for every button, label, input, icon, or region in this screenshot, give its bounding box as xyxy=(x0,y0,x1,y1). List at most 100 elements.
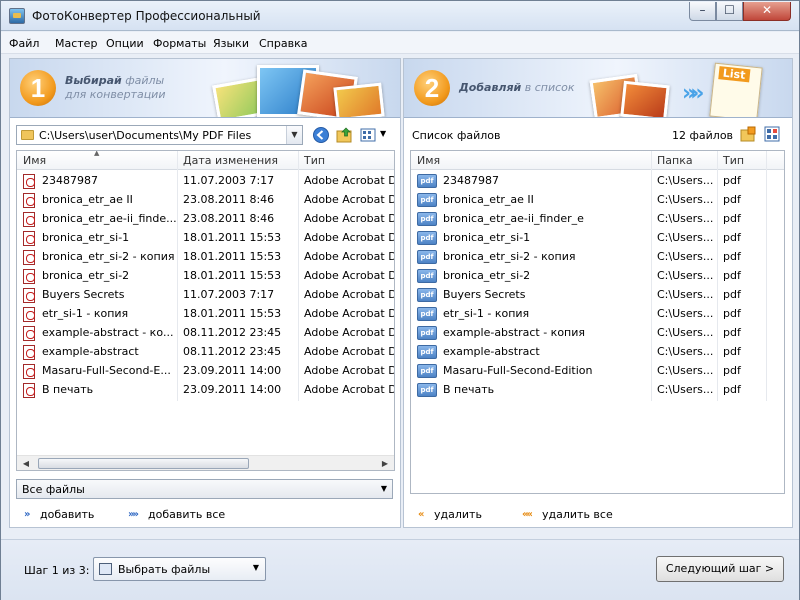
item-name: bronica_etr_si-2 - копия xyxy=(443,250,576,263)
pdf-icon: pdf xyxy=(417,212,437,226)
table-row[interactable]: bronica_etr_ae II 23.08.2011 8:46 Adobe Ac… xyxy=(17,190,394,209)
chevron-down-icon[interactable]: ▼ xyxy=(381,484,387,493)
remove-all-button[interactable]: удалить все xyxy=(542,508,613,521)
back-icon[interactable] xyxy=(312,126,330,144)
list-badge: List xyxy=(718,66,751,83)
list-item[interactable]: pdf В печать C:\Users... pdf xyxy=(411,380,784,399)
list-item[interactable]: pdf bronica_etr_si-2 C:\Users... pdf xyxy=(411,266,784,285)
list-item[interactable]: pdf bronica_etr_ae-ii_finder_e C:\Users...… xyxy=(411,209,784,228)
view-dropdown-icon[interactable]: ▼ xyxy=(380,129,386,138)
list-item[interactable]: pdf bronica_etr_si-2 - копия C:\Users... pd… xyxy=(411,247,784,266)
column-header-date[interactable]: Дата изменения xyxy=(183,154,278,167)
menu-help[interactable]: Справка xyxy=(259,37,307,50)
table-row[interactable]: etr_si-1 - копия 18.01.2011 15:53 Adobe Ac… xyxy=(17,304,394,323)
horizontal-scrollbar[interactable]: ◀ ▶ xyxy=(17,455,394,470)
menu-languages[interactable]: Языки xyxy=(213,37,249,50)
forward-arrows-icon: »» xyxy=(682,81,705,106)
view-mode-icon[interactable] xyxy=(359,126,377,144)
app-icon[interactable] xyxy=(9,8,25,24)
list-item[interactable]: pdf bronica_etr_ae II C:\Users... pdf xyxy=(411,190,784,209)
step1-caption: Выбирай файлы для конвертации xyxy=(65,74,165,101)
list-item[interactable]: pdf Buyers Secrets C:\Users... pdf xyxy=(411,285,784,304)
file-type: Adobe Acrobat D xyxy=(304,269,395,282)
menu-file[interactable]: Файл xyxy=(9,37,39,50)
maximize-button[interactable]: ☐ xyxy=(716,2,743,21)
scroll-right-icon[interactable]: ▶ xyxy=(378,457,392,470)
path-text: C:\Users\user\Documents\My PDF Files xyxy=(39,129,252,142)
item-name: example-abstract - копия xyxy=(443,326,586,339)
minimize-button[interactable]: – xyxy=(689,2,716,21)
pdf-file-icon xyxy=(23,326,35,341)
item-type: pdf xyxy=(723,307,741,320)
add-all-button[interactable]: добавить все xyxy=(148,508,225,521)
pdf-icon: pdf xyxy=(417,364,437,378)
table-row[interactable]: Masaru-Full-Second-E... 23.09.2011 14:00 A… xyxy=(17,361,394,380)
column-header-name[interactable]: Имя xyxy=(23,154,46,167)
add-button[interactable]: добавить xyxy=(40,508,94,521)
table-row[interactable]: bronica_etr_ae-ii_finde... 23.08.2011 8:4… xyxy=(17,209,394,228)
chevron-down-icon[interactable]: ▼ xyxy=(286,126,302,144)
file-date: 18.01.2011 15:53 xyxy=(183,250,282,263)
item-folder: C:\Users... xyxy=(657,212,714,225)
column-header-name[interactable]: Имя xyxy=(417,154,440,167)
table-row[interactable]: 23487987 11.07.2003 7:17 Adobe Acrobat D xyxy=(17,171,394,190)
list-item[interactable]: pdf example-abstract C:\Users... pdf xyxy=(411,342,784,361)
path-combo[interactable]: C:\Users\user\Documents\My PDF Files ▼ xyxy=(16,125,303,145)
list-item[interactable]: pdf example-abstract - копия C:\Users... pd… xyxy=(411,323,784,342)
item-name: etr_si-1 - копия xyxy=(443,307,530,320)
table-row[interactable]: bronica_etr_si-2 - копия 18.01.2011 15:53… xyxy=(17,247,394,266)
table-row[interactable]: bronica_etr_si-1 18.01.2011 15:53 Adobe Ac… xyxy=(17,228,394,247)
file-type: Adobe Acrobat D xyxy=(304,212,395,225)
list-item[interactable]: pdf etr_si-1 - копия C:\Users... pdf xyxy=(411,304,784,323)
step-select-value: Выбрать файлы xyxy=(118,563,211,576)
menu-wizard[interactable]: Мастер xyxy=(55,37,97,50)
file-filter-value: Все файлы xyxy=(22,483,85,496)
table-row[interactable]: example-abstract 08.11.2012 23:45 Adobe Ac… xyxy=(17,342,394,361)
list-item[interactable]: pdf Masaru-Full-Second-Edition C:\Users...… xyxy=(411,361,784,380)
file-name: etr_si-1 - копия xyxy=(42,307,129,320)
file-name: bronica_etr_si-2 - копия xyxy=(42,250,175,263)
file-type: Adobe Acrobat D xyxy=(304,250,395,263)
close-button[interactable]: ✕ xyxy=(743,2,791,21)
file-date: 23.08.2011 8:46 xyxy=(183,193,275,206)
file-type: Adobe Acrobat D xyxy=(304,174,395,187)
menu-formats[interactable]: Форматы xyxy=(153,37,206,50)
file-name: bronica_etr_ae-ii_finde... xyxy=(42,212,177,225)
add-all-arrow-icon[interactable]: »» xyxy=(128,509,139,520)
next-step-button[interactable]: Следующий шаг > xyxy=(656,556,784,582)
table-row[interactable]: В печать 23.09.2011 14:00 Adobe Acrobat D xyxy=(17,380,394,399)
column-header-type[interactable]: Тип xyxy=(304,154,325,167)
folder-icon xyxy=(21,130,34,140)
chevron-down-icon[interactable]: ▼ xyxy=(253,563,259,572)
list-item[interactable]: pdf bronica_etr_si-1 C:\Users... pdf xyxy=(411,228,784,247)
add-folder-icon[interactable] xyxy=(740,126,756,142)
folder-up-icon[interactable] xyxy=(336,126,354,144)
add-arrow-icon[interactable]: » xyxy=(24,509,31,520)
step-indicator: Шаг 1 из 3: xyxy=(24,564,90,577)
table-row[interactable]: bronica_etr_si-2 18.01.2011 15:53 Adobe Ac… xyxy=(17,266,394,285)
menu-options[interactable]: Опции xyxy=(106,37,144,50)
step2-caption-bold: Добавляй xyxy=(459,81,522,94)
table-row[interactable]: Buyers Secrets 11.07.2003 7:17 Adobe Acrob… xyxy=(17,285,394,304)
item-type: pdf xyxy=(723,288,741,301)
step1-caption-bold: Выбирай xyxy=(65,74,122,87)
step2-number: 2 xyxy=(414,70,450,106)
file-browser-list[interactable]: Имя ▲ Дата изменения Тип 23487987 11.07.2… xyxy=(16,150,395,471)
step-select[interactable]: Выбрать файлы ▼ xyxy=(93,557,266,581)
remove-button[interactable]: удалить xyxy=(434,508,482,521)
remove-arrow-icon[interactable]: « xyxy=(418,509,425,520)
list-item[interactable]: pdf 23487987 C:\Users... pdf xyxy=(411,171,784,190)
title-bar[interactable]: ФотоКонвертер Профессиональный – ☐ ✕ xyxy=(1,1,799,31)
scrollbar-thumb[interactable] xyxy=(38,458,249,469)
item-folder: C:\Users... xyxy=(657,269,714,282)
wizard-footer: Шаг 1 из 3: Выбрать файлы ▼ Следующий ша… xyxy=(1,539,799,600)
item-folder: C:\Users... xyxy=(657,231,714,244)
remove-all-arrow-icon[interactable]: «« xyxy=(522,509,533,520)
conversion-list[interactable]: Имя Папка Тип pdf 23487987 C:\Users... pdf p… xyxy=(410,150,785,494)
table-row[interactable]: example-abstract - ко... 08.11.2012 23:45… xyxy=(17,323,394,342)
column-header-type[interactable]: Тип xyxy=(723,154,744,167)
column-header-folder[interactable]: Папка xyxy=(657,154,693,167)
list-settings-icon[interactable] xyxy=(764,126,780,142)
file-filter-select[interactable]: Все файлы ▼ xyxy=(16,479,393,499)
scroll-left-icon[interactable]: ◀ xyxy=(19,457,33,470)
